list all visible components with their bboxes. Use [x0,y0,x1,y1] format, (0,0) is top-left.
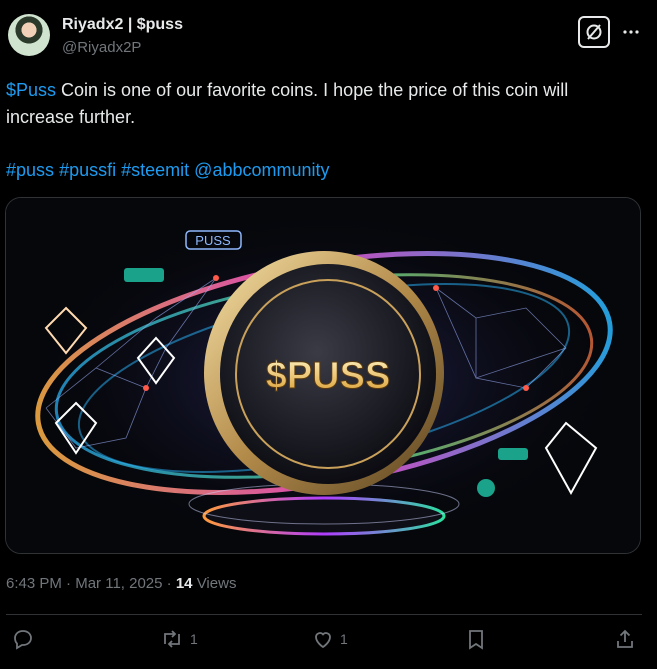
reply-button[interactable] [12,628,40,650]
reply-icon [14,630,32,650]
share-button[interactable] [614,628,636,650]
avatar[interactable] [8,14,50,56]
more-icon [623,30,639,34]
hashtag-link[interactable]: #pussfi [59,160,116,180]
heart-icon [315,632,331,649]
tweet-date[interactable]: Mar 11, 2025 [75,575,162,592]
cashtag-link[interactable]: $Puss [6,80,56,100]
tweet-text: $Puss Coin is one of our favorite coins.… [6,77,636,131]
coin-illustration: PUSS $PUSS [6,198,640,553]
views-label: Views [192,575,237,592]
author-handle[interactable]: @Riyadx2P [62,39,141,56]
grok-button[interactable] [578,16,610,48]
hashtag-list: #puss #pussfi #steemit @abbcommunity [6,157,330,184]
tweet-image[interactable]: PUSS $PUSS [5,197,641,554]
coin-label: $PUSS [266,355,391,397]
like-button[interactable]: 1 [312,628,348,650]
coin-badge-text: PUSS [195,233,231,248]
tweet-meta: 6:43 PM · Mar 11, 2025 · 14 Views [6,575,236,592]
hashtag-link[interactable]: #puss [6,160,54,180]
bookmark-icon [469,630,483,650]
more-button[interactable] [620,22,642,42]
like-count: 1 [340,631,348,647]
divider [6,614,642,615]
author-name[interactable]: Riyadx2 | $puss [62,16,183,34]
retweet-icon [164,630,180,648]
hashtag-link[interactable]: #steemit [121,160,189,180]
bookmark-button[interactable] [466,628,486,650]
retweet-button[interactable]: 1 [160,628,198,650]
tweet-time[interactable]: 6:43 PM [6,575,62,592]
tweet-body: Coin is one of our favorite coins. I hop… [6,80,569,127]
share-icon [617,629,633,648]
mention-link[interactable]: @abbcommunity [194,160,329,180]
retweet-count: 1 [190,631,198,647]
grok-icon [586,24,602,40]
meta-separator: · [162,575,176,592]
action-bar: 1 1 [0,624,657,658]
meta-separator: · [61,575,76,592]
views-count: 14 [175,575,193,592]
